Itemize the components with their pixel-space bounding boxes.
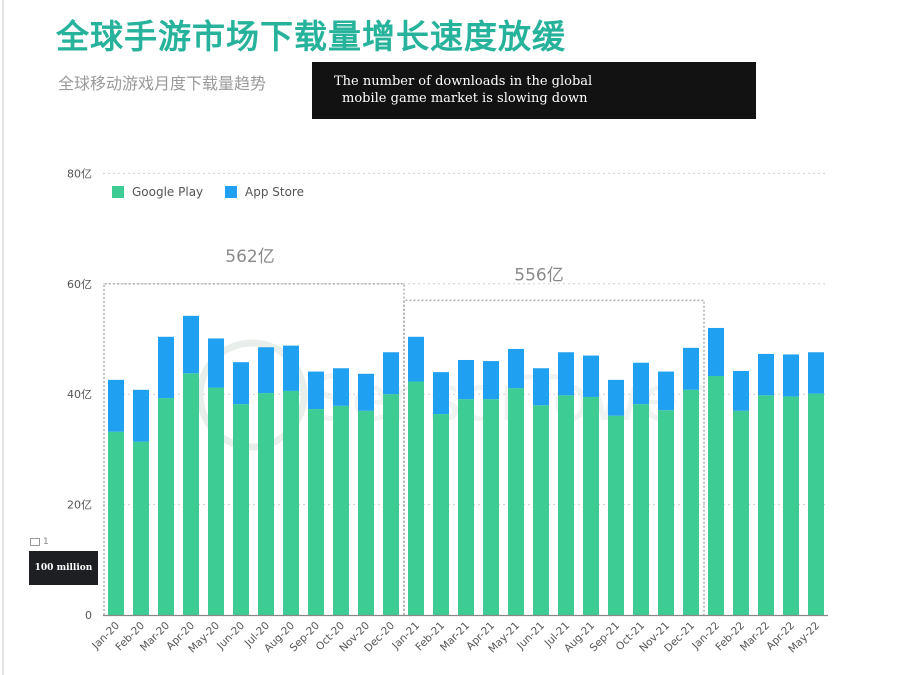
bar-app-store (183, 315, 199, 374)
bar-google-play (808, 393, 824, 615)
legend-item-app-store: App Store (225, 185, 304, 199)
bar-app-store (258, 347, 274, 394)
bar-google-play (458, 399, 474, 615)
bar-app-store (783, 354, 799, 397)
bar-app-store (583, 355, 599, 397)
app-store-swatch (225, 186, 237, 198)
unit-label: 100 million (29, 551, 98, 585)
y-tick-label: 20亿 (67, 499, 92, 512)
y-tick-label: 80亿 (67, 167, 92, 180)
stacked-bar-chart: 020亿40亿60亿80亿SensorTowerJan-20Feb-20Mar-… (67, 167, 828, 655)
bar-app-store (808, 352, 824, 394)
bar-app-store (158, 336, 174, 399)
bar-app-store (533, 368, 549, 406)
unit-marker: 1 (30, 537, 49, 547)
bar-google-play (683, 389, 699, 615)
annotation-total-label: 562亿 (225, 247, 274, 267)
bar-app-store (733, 371, 749, 411)
bar-app-store (608, 379, 624, 416)
bar-google-play (233, 404, 249, 615)
bar-google-play (783, 396, 799, 615)
bar-app-store (308, 371, 324, 410)
bar-google-play (658, 410, 674, 615)
bar-google-play (558, 395, 574, 615)
bar-google-play (533, 405, 549, 615)
bar-app-store (658, 371, 674, 411)
bar-google-play (633, 404, 649, 615)
bar-app-store (283, 345, 299, 391)
bar-google-play (258, 393, 274, 615)
bar-google-play (108, 431, 124, 615)
bar-google-play (483, 399, 499, 615)
bar-google-play (583, 396, 599, 615)
bar-google-play (308, 409, 324, 615)
bar-google-play (508, 388, 524, 615)
bar-app-store (358, 373, 374, 411)
bar-google-play (133, 441, 149, 615)
bar-app-store (558, 352, 574, 396)
bar-app-store (133, 389, 149, 442)
bar-app-store (233, 362, 249, 405)
bar-google-play (408, 381, 424, 615)
comment-icon (30, 537, 40, 546)
bar-app-store (433, 372, 449, 415)
bar-app-store (383, 352, 399, 395)
x-tick-label: Jun-20 (214, 620, 247, 653)
bar-google-play (183, 373, 199, 615)
y-tick-label: 40亿 (67, 388, 92, 401)
bar-app-store (708, 327, 724, 376)
bar-app-store (108, 379, 124, 432)
y-tick-label: 0 (85, 609, 92, 622)
legend-label: Google Play (132, 185, 204, 199)
bar-google-play (333, 405, 349, 615)
google-play-swatch (112, 186, 124, 198)
legend-item-google-play: Google Play (112, 185, 203, 199)
bar-app-store (483, 361, 499, 400)
legend-label: App Store (245, 185, 304, 199)
bar-app-store (758, 353, 774, 396)
bar-app-store (683, 347, 699, 390)
bar-app-store (408, 336, 424, 382)
bar-google-play (433, 414, 449, 615)
bar-app-store (508, 348, 524, 389)
bar-google-play (383, 394, 399, 615)
bar-google-play (708, 375, 724, 615)
bar-google-play (208, 387, 224, 615)
y-tick-label: 60亿 (67, 278, 92, 291)
bar-google-play (608, 415, 624, 615)
bar-google-play (283, 390, 299, 615)
bar-google-play (158, 398, 174, 615)
annotation-total-label: 556亿 (514, 265, 563, 285)
bar-app-store (633, 362, 649, 405)
bar-app-store (458, 359, 474, 400)
bar-app-store (333, 368, 349, 406)
x-tick-label: Jun-21 (514, 620, 547, 653)
bar-google-play (733, 410, 749, 615)
bar-app-store (208, 338, 224, 388)
bar-google-play (758, 395, 774, 615)
bar-google-play (358, 410, 374, 615)
